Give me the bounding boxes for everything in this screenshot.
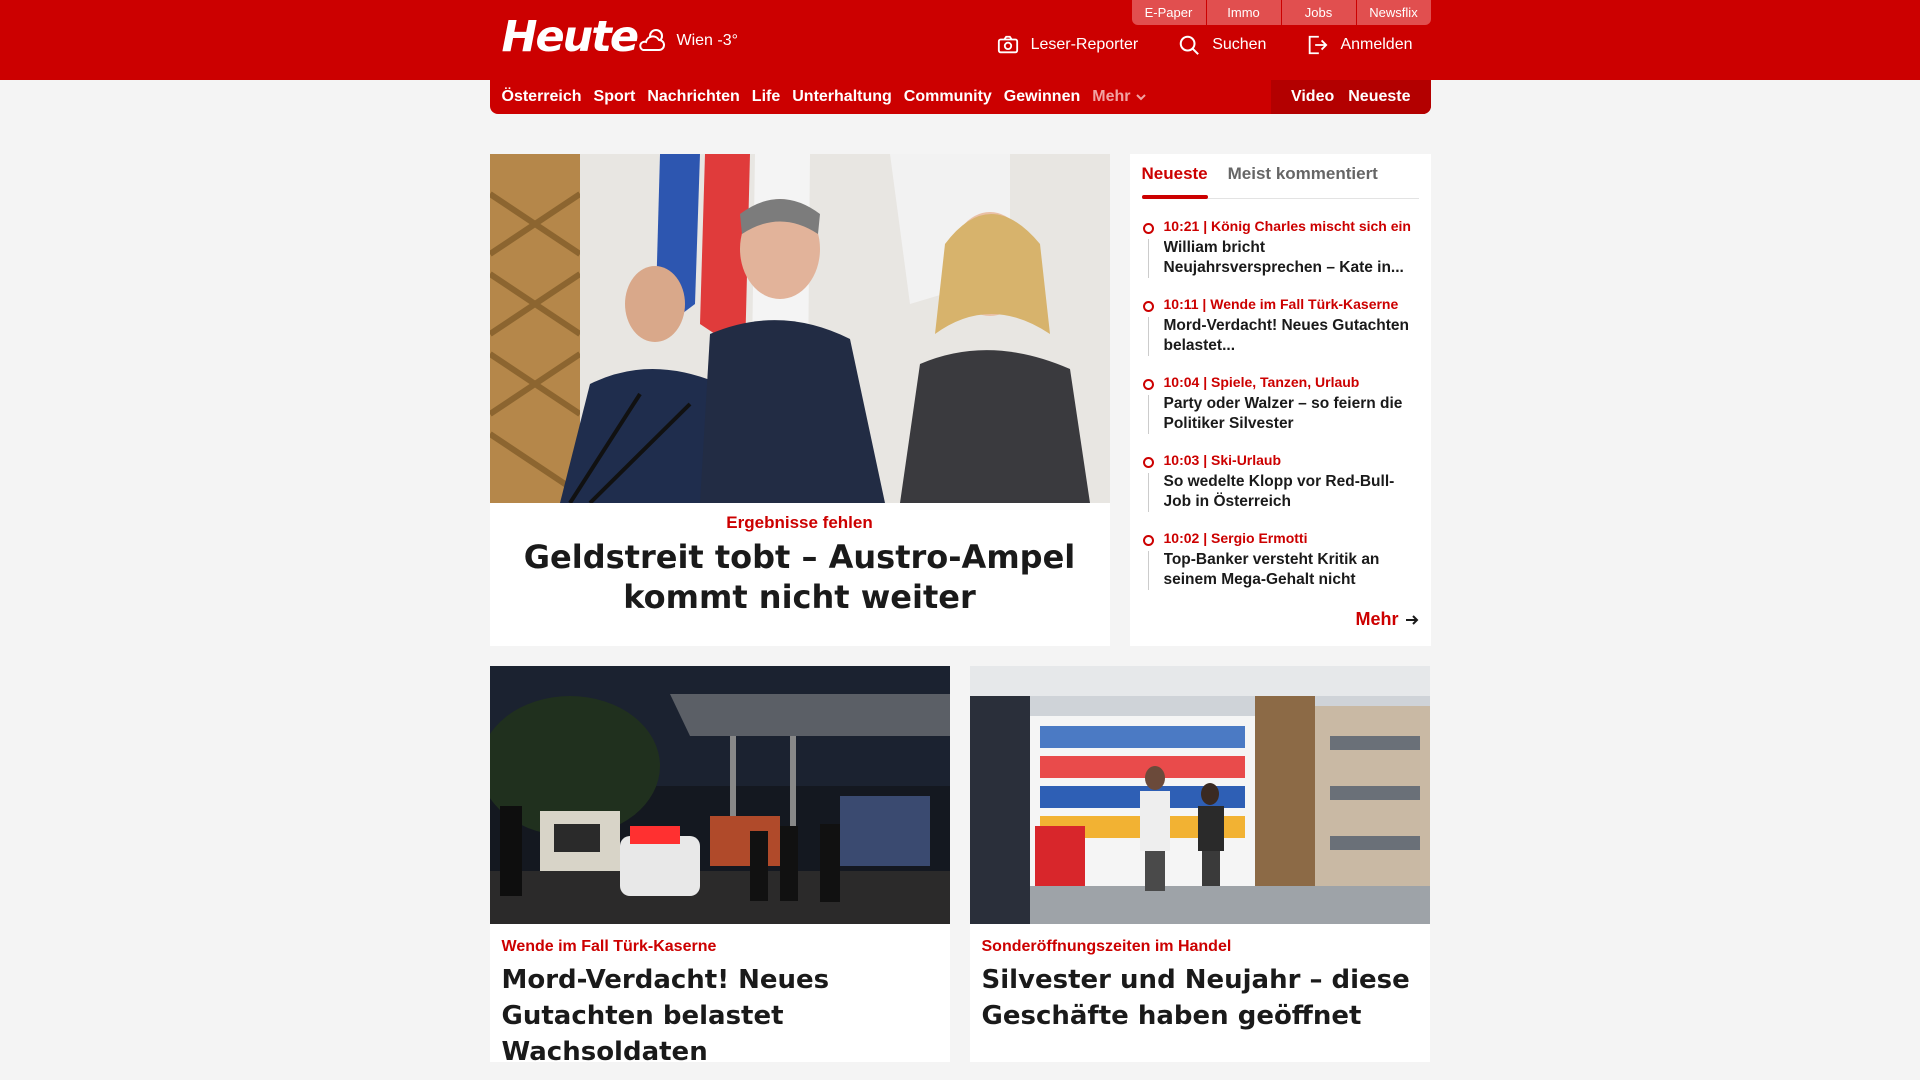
- list-item[interactable]: 10:04 | Spiele, Tanzen, Urlaub Party ode…: [1142, 373, 1419, 434]
- weather-widget[interactable]: Wien -3°: [637, 26, 739, 56]
- weather-text: Wien -3°: [676, 32, 739, 49]
- nav-right: Video Neueste: [1270, 80, 1431, 114]
- nav-item-gewinnen[interactable]: Gewinnen: [1004, 88, 1080, 106]
- list-item[interactable]: 10:02 | Sergio Ermotti Top-Banker verste…: [1142, 529, 1419, 590]
- sidebar-tabs: Neueste Meist kommentiert: [1141, 162, 1419, 199]
- search-icon: [1179, 35, 1200, 55]
- tab-neueste[interactable]: Neueste: [1141, 162, 1208, 199]
- top-link-immo[interactable]: Immo: [1205, 0, 1281, 25]
- item-title: Party oder Walzer – so feiern die Politi…: [1163, 395, 1403, 432]
- login-label: Anmelden: [1340, 36, 1413, 53]
- leser-reporter-button[interactable]: Leser-Reporter: [997, 34, 1139, 56]
- hero-kicker: Ergebnisse fehlen: [726, 513, 873, 532]
- nav-more-dropdown[interactable]: Mehr: [1092, 88, 1147, 106]
- nav-item-oesterreich[interactable]: Österreich: [502, 88, 582, 106]
- nav-item-community[interactable]: Community: [904, 88, 992, 106]
- article-card[interactable]: Sonderöffnungszeiten im Handel Silvester…: [969, 666, 1430, 1062]
- search-label: Suchen: [1212, 36, 1267, 53]
- item-title: Mord-Verdacht! Neues Gutachten belastet.…: [1163, 317, 1409, 354]
- sidebar-more-label: Mehr: [1355, 609, 1399, 629]
- search-button[interactable]: Suchen: [1178, 34, 1266, 56]
- news-timeline: 10:21 | König Charles mischt sich ein Wi…: [1142, 217, 1419, 590]
- nav-item-sport[interactable]: Sport: [594, 88, 636, 106]
- hero-title[interactable]: Geldstreit tobt – Austro-Ampel kommt nic…: [500, 537, 1100, 617]
- card-kicker: Sonderöffnungszeiten im Handel: [981, 938, 1232, 955]
- login-button[interactable]: Anmelden: [1306, 34, 1413, 56]
- article-card[interactable]: Wende im Fall Türk-Kaserne Mord-Verdacht…: [489, 666, 950, 1067]
- item-time: 10:11: [1163, 296, 1199, 312]
- nav-more-label: Mehr: [1092, 88, 1131, 105]
- item-time: 10:02: [1163, 530, 1200, 546]
- card-kicker: Wende im Fall Türk-Kaserne: [501, 938, 717, 955]
- top-link-jobs[interactable]: Jobs: [1280, 0, 1356, 25]
- item-title: William bricht Neujahrsversprechen – Kat…: [1163, 239, 1404, 276]
- top-link-newsflix[interactable]: Newsflix: [1355, 0, 1431, 25]
- sidebar-more-link[interactable]: Mehr: [1355, 609, 1418, 630]
- nav-item-nachrichten[interactable]: Nachrichten: [647, 88, 739, 106]
- camera-icon: [997, 35, 1018, 54]
- nav-item-unterhaltung[interactable]: Unterhaltung: [792, 88, 892, 106]
- item-topic: Ski-Urlaub: [1211, 452, 1282, 468]
- list-item[interactable]: 10:11 | Wende im Fall Türk-Kaserne Mord-…: [1142, 295, 1419, 356]
- item-time: 10:21: [1163, 218, 1200, 234]
- nav-items: Österreich Sport Nachrichten Life Unterh…: [490, 88, 1147, 106]
- card-title: Mord-Verdacht! Neues Gutachten belastet …: [501, 965, 830, 1067]
- hero-article[interactable]: Ergebnisse fehlen Geldstreit tobt – Aust…: [489, 154, 1110, 646]
- site-header: Heute Wien -3° E-Paper Immo Jobs Newsfli…: [0, 0, 1920, 80]
- item-topic: Sergio Ermotti: [1211, 530, 1308, 546]
- latest-sidebar: Neueste Meist kommentiert 10:21 | König …: [1129, 154, 1431, 646]
- item-topic: Wende im Fall Türk-Kaserne: [1210, 296, 1399, 312]
- weather-cloud-icon: [638, 29, 665, 51]
- list-item[interactable]: 10:21 | König Charles mischt sich ein Wi…: [1142, 217, 1419, 278]
- item-time: 10:04: [1163, 374, 1200, 390]
- main-nav: Österreich Sport Nachrichten Life Unterh…: [489, 80, 1431, 114]
- nav-neueste[interactable]: Neueste: [1348, 88, 1410, 106]
- nav-item-life[interactable]: Life: [752, 88, 780, 106]
- item-time: 10:03: [1163, 452, 1200, 468]
- top-link-epaper[interactable]: E-Paper: [1131, 0, 1206, 25]
- login-icon: [1309, 35, 1328, 55]
- site-logo[interactable]: Heute: [502, 14, 639, 60]
- chevron-down-icon: [1136, 94, 1147, 101]
- tab-meist-kommentiert[interactable]: Meist kommentiert: [1228, 162, 1378, 198]
- article-image: [969, 666, 1430, 924]
- item-topic: Spiele, Tanzen, Urlaub: [1211, 374, 1360, 390]
- list-item[interactable]: 10:03 | Ski-Urlaub So wedelte Klopp vor …: [1142, 451, 1419, 512]
- header-actions: Leser-Reporter Suchen Anmelden: [997, 34, 1431, 56]
- card-title: Silvester und Neujahr – diese Geschäfte …: [981, 965, 1410, 1031]
- leser-reporter-label: Leser-Reporter: [1030, 36, 1139, 53]
- nav-video[interactable]: Video: [1291, 88, 1334, 106]
- hero-image: [489, 154, 1110, 503]
- article-image: [489, 666, 950, 924]
- arrow-right-icon: [1405, 614, 1418, 625]
- item-title: So wedelte Klopp vor Red-Bull-Job in Öst…: [1163, 473, 1395, 510]
- item-topic: König Charles mischt sich ein: [1211, 218, 1411, 234]
- item-title: Top-Banker versteht Kritik an seinem Meg…: [1163, 551, 1380, 588]
- top-links: E-Paper Immo Jobs Newsflix: [1131, 0, 1431, 25]
